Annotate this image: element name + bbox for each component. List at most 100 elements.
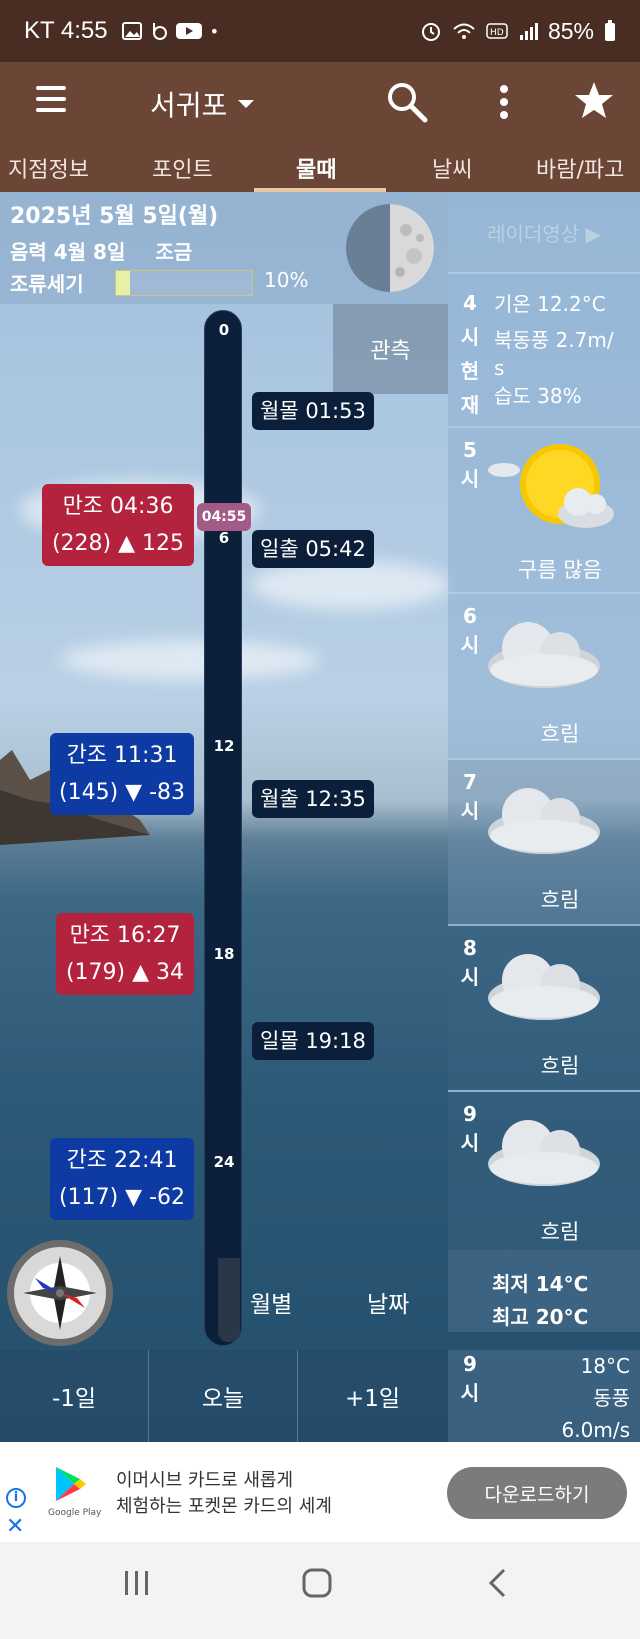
ad-line1: 이머시브 카드로 새롭게 bbox=[116, 1470, 294, 1491]
cloudy-icon bbox=[488, 954, 600, 1020]
timeline-tick: 18 bbox=[213, 945, 235, 963]
daily-timeline: 0 6 12 18 24 04:55 bbox=[197, 310, 251, 1346]
current-wind-unit: s bbox=[494, 356, 505, 380]
hourly-weather-5: 5시 구름 많음 bbox=[448, 426, 640, 592]
ad-close-icon[interactable]: ✕ bbox=[6, 1514, 24, 1539]
min-temp: 최저 14°C bbox=[492, 1272, 589, 1296]
weather-desc: 흐림 bbox=[540, 888, 580, 912]
cloudy-icon bbox=[488, 1120, 600, 1186]
ad-info-icon[interactable]: i bbox=[6, 1488, 26, 1508]
hourly-weather-6: 6시 흐림 bbox=[448, 592, 640, 758]
favorite-star-icon[interactable] bbox=[574, 80, 614, 120]
tab-tide[interactable]: 물때 bbox=[296, 152, 336, 184]
timeline-tick: 6 bbox=[218, 529, 230, 547]
lunar-date: 음력 4월 8일 bbox=[10, 240, 126, 264]
current-hour-label: 4시현재 bbox=[460, 291, 480, 417]
cloudy-icon bbox=[488, 622, 600, 688]
home-icon[interactable] bbox=[302, 1568, 332, 1598]
high-tide-card: 만조 16:27 (179) ▲ 34 bbox=[56, 913, 194, 995]
hourly-weather-9: 9시 흐림 bbox=[448, 1090, 640, 1250]
weather-desc: 흐림 bbox=[540, 1054, 580, 1078]
next-temp: 18°C bbox=[580, 1354, 630, 1378]
tab-wind-wave[interactable]: 바람/파고 bbox=[536, 152, 624, 184]
alarm-icon bbox=[421, 23, 440, 41]
hour-label: 6시 bbox=[460, 604, 480, 657]
ad-banner[interactable]: i ✕ Google Play 이머시브 카드로 새롭게 체험하는 포켓몬 카드… bbox=[0, 1442, 640, 1542]
app-b-icon bbox=[152, 23, 167, 40]
weather-desc: 흐림 bbox=[540, 1220, 580, 1244]
next-day-button[interactable]: +1일 bbox=[298, 1350, 447, 1442]
min-max-temp: 최저 14°C 최고 20°C bbox=[448, 1250, 640, 1332]
timeline-tick: 12 bbox=[213, 737, 235, 755]
next-hour-forecast: 9시 18°C 동풍 6.0m/s bbox=[448, 1350, 640, 1442]
system-navigation-bar bbox=[0, 1542, 640, 1639]
current-wind: 북동풍 2.7m/ bbox=[494, 328, 614, 352]
battery-text: 85% bbox=[547, 17, 594, 44]
location-selector[interactable]: 서귀포 bbox=[150, 84, 255, 124]
weather-desc: 구름 많음 bbox=[518, 558, 602, 582]
flow-strength-bar bbox=[115, 270, 253, 296]
date-button[interactable]: 날짜 bbox=[367, 1285, 409, 1319]
low-tide-card: 간조 11:31 (145) ▼ -83 bbox=[50, 733, 194, 815]
sunrise-event: 일출 05:42 bbox=[252, 530, 374, 568]
next-wind-dir: 동풍 bbox=[593, 1386, 630, 1410]
dot-icon: • bbox=[209, 21, 220, 41]
recent-apps-icon[interactable] bbox=[122, 1568, 152, 1598]
youtube-icon bbox=[175, 23, 202, 39]
flow-label: 조류세기 bbox=[10, 272, 84, 296]
moon-phase-icon bbox=[346, 204, 434, 292]
timeline-tick: 0 bbox=[218, 321, 230, 339]
tide-height: (117) ▼ -62 bbox=[59, 1185, 185, 1210]
ad-line2: 체험하는 포켓몬 카드의 세계 bbox=[116, 1496, 332, 1517]
current-humidity: 습도 38% bbox=[494, 384, 582, 408]
max-temp: 최고 20°C bbox=[492, 1305, 589, 1329]
monthly-button[interactable]: 월별 bbox=[250, 1285, 292, 1319]
cloudy-icon bbox=[488, 788, 600, 854]
wifi-icon bbox=[453, 23, 475, 39]
today-button[interactable]: 오늘 bbox=[149, 1350, 298, 1442]
google-play-icon bbox=[56, 1467, 86, 1501]
day-navigation: -1일 오늘 +1일 bbox=[0, 1350, 448, 1442]
prev-day-button[interactable]: -1일 bbox=[0, 1350, 149, 1442]
menu-icon[interactable] bbox=[36, 86, 66, 119]
gallery-icon bbox=[121, 22, 142, 40]
compass-icon bbox=[7, 1240, 113, 1346]
tide-height: (145) ▼ -83 bbox=[59, 780, 185, 805]
current-temp: 기온 12.2°C bbox=[494, 292, 606, 316]
tide-height: (228) ▲ 125 bbox=[51, 531, 185, 556]
flow-percent: 10% bbox=[264, 268, 309, 292]
timeline-tick: 24 bbox=[213, 1153, 235, 1171]
weather-desc: 흐림 bbox=[540, 722, 580, 746]
hour-label: 9시 bbox=[460, 1352, 480, 1405]
tide-time: 만조 16:27 bbox=[69, 923, 181, 948]
timeline-end-block bbox=[218, 1258, 240, 1342]
battery-icon bbox=[605, 20, 615, 41]
moonrise-event: 월출 12:35 bbox=[252, 780, 374, 818]
ad-download-button[interactable]: 다운로드하기 bbox=[447, 1467, 627, 1519]
high-tide-card: 만조 04:36 (228) ▲ 125 bbox=[42, 484, 194, 566]
back-icon[interactable] bbox=[486, 1568, 510, 1598]
tab-weather[interactable]: 날씨 bbox=[432, 152, 472, 184]
status-time: KT 4:55 bbox=[24, 17, 108, 44]
cloud-decoration bbox=[60, 640, 320, 680]
more-options-icon[interactable] bbox=[497, 84, 511, 120]
hd-icon: HD bbox=[486, 23, 508, 39]
signal-icon bbox=[519, 23, 538, 40]
tab-bar: 지점정보 포인트 물때 날씨 바람/파고 bbox=[0, 144, 640, 192]
hour-label: 9시 bbox=[460, 1102, 480, 1155]
hour-label: 7시 bbox=[460, 770, 480, 823]
store-label: Google Play bbox=[48, 1508, 102, 1518]
hourly-weather-8: 8시 흐림 bbox=[448, 924, 640, 1090]
observation-button[interactable]: 관측 bbox=[333, 304, 448, 394]
app-bar: 서귀포 bbox=[0, 62, 640, 144]
tide-height: (179) ▲ 34 bbox=[65, 960, 185, 985]
moonset-event: 월몰 01:53 bbox=[252, 392, 374, 430]
tab-location-info[interactable]: 지점정보 bbox=[8, 152, 89, 184]
radar-video-button[interactable]: 레이더영상 ▶ bbox=[448, 192, 640, 272]
partly-cloudy-icon bbox=[488, 444, 614, 528]
tide-time: 만조 04:36 bbox=[62, 494, 174, 519]
flow-strength-fill bbox=[116, 271, 130, 295]
tab-points[interactable]: 포인트 bbox=[152, 152, 213, 184]
search-icon[interactable] bbox=[385, 80, 429, 124]
svg-text:HD: HD bbox=[490, 28, 504, 38]
